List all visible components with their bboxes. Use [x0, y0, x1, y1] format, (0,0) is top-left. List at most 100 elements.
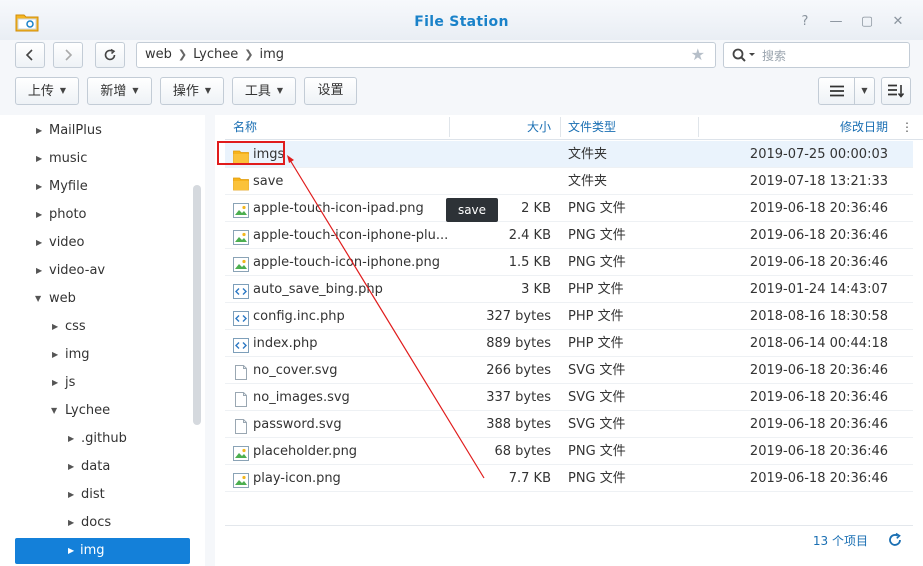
column-divider [560, 117, 561, 137]
table-row[interactable]: apple-touch-icon-iphone.png 1.5 KB PNG 文件 2… [225, 249, 913, 276]
tree-item-video[interactable]: ▶ video [0, 230, 190, 256]
breadcrumb-web[interactable]: web [145, 47, 172, 62]
list-view-icon [829, 85, 844, 97]
expand-arrow-icon[interactable]: ▶ [36, 146, 42, 172]
file-size: 266 bytes [486, 363, 551, 378]
expand-arrow-icon[interactable]: ▶ [68, 426, 74, 452]
table-row[interactable]: imgs 文件夹 2019-07-25 00:00:03 [225, 141, 913, 168]
close-icon[interactable]: ✕ [890, 14, 906, 30]
breadcrumb-separator: ❯ [177, 48, 188, 61]
breadcrumb-separator: ❯ [244, 48, 254, 61]
table-row[interactable]: play-icon.png 7.7 KB PNG 文件 2019-06-18 20:3… [225, 465, 913, 492]
back-button[interactable] [15, 42, 45, 68]
tree-item-github[interactable]: ▶ .github [0, 426, 190, 452]
file-size: 3 KB [521, 282, 551, 297]
blank-file-icon [233, 390, 249, 407]
breadcrumb-img[interactable]: img [259, 47, 284, 62]
collapse-arrow-icon[interactable]: ▼ [35, 286, 41, 312]
tree-item-web[interactable]: ▼ web [0, 286, 190, 312]
expand-arrow-icon[interactable]: ▶ [36, 174, 42, 200]
expand-arrow-icon[interactable]: ▶ [36, 230, 42, 256]
table-row[interactable]: password.svg 388 bytes SVG 文件 2019-06-18 20… [225, 411, 913, 438]
table-row[interactable]: save 文件夹 2019-07-18 13:21:33 [225, 168, 913, 195]
view-mode-dropdown[interactable]: ▼ [854, 77, 875, 105]
table-row[interactable]: config.inc.php 327 bytes PHP 文件 2018-08-16 … [225, 303, 913, 330]
tree-item-lychee[interactable]: ▼ Lychee [0, 398, 190, 424]
table-row[interactable]: apple-touch-icon-iphone-plu... 2.4 KB PNG … [225, 222, 913, 249]
expand-arrow-icon[interactable]: ▶ [68, 454, 74, 480]
column-options-icon[interactable]: ⋮ [901, 115, 913, 140]
tree-item-label: music [49, 151, 88, 166]
help-icon[interactable]: ? [797, 14, 813, 30]
expand-arrow-icon[interactable]: ▶ [68, 482, 74, 508]
file-type: PHP 文件 [568, 309, 624, 324]
minimize-icon[interactable]: — [828, 14, 844, 30]
image-file-icon [233, 471, 249, 488]
action-button[interactable]: 操作 ▼ [160, 77, 224, 105]
navigation-bar: web ❯ Lychee ❯ img ★ 搜索 [0, 40, 923, 72]
tree-item-img[interactable]: ▶ img [0, 342, 190, 368]
expand-arrow-icon[interactable]: ▶ [68, 510, 74, 536]
file-type: PHP 文件 [568, 282, 624, 297]
tree-item-data[interactable]: ▶ data [0, 454, 190, 480]
code-file-icon [233, 309, 249, 326]
create-button[interactable]: 新增 ▼ [87, 77, 152, 105]
path-bar[interactable]: web ❯ Lychee ❯ img ★ [136, 42, 716, 68]
table-row[interactable]: no_cover.svg 266 bytes SVG 文件 2019-06-18 20… [225, 357, 913, 384]
tree-item-myfile[interactable]: ▶ Myfile [0, 174, 190, 200]
image-file-icon [233, 255, 249, 272]
file-modified-date: 2019-06-18 20:36:46 [749, 444, 888, 459]
favorite-star-icon[interactable]: ★ [691, 43, 705, 67]
caret-down-icon: ▼ [276, 86, 284, 95]
list-view-button[interactable] [818, 77, 855, 105]
tree-item-js[interactable]: ▶ js [0, 370, 190, 396]
collapse-arrow-icon[interactable]: ▼ [51, 398, 57, 424]
expand-arrow-icon[interactable]: ▶ [52, 342, 58, 368]
column-date[interactable]: 修改日期 [828, 115, 888, 140]
tree-item-label: web [49, 291, 76, 306]
file-modified-date: 2019-01-24 14:43:07 [749, 282, 888, 297]
search-box[interactable]: 搜索 [723, 42, 910, 68]
expand-arrow-icon[interactable]: ▶ [36, 258, 42, 284]
table-row[interactable]: no_images.svg 337 bytes SVG 文件 2019-06-18 2… [225, 384, 913, 411]
expand-arrow-icon[interactable]: ▶ [36, 118, 42, 144]
refresh-button[interactable] [95, 42, 125, 68]
caret-down-icon: ▼ [132, 86, 139, 95]
forward-button[interactable] [53, 42, 83, 68]
tree-item-music[interactable]: ▶ music [0, 146, 190, 172]
folder-icon [233, 174, 249, 191]
expand-arrow-icon[interactable]: ▶ [52, 314, 58, 340]
table-row[interactable]: apple-touch-icon-ipad.png 2 KB PNG 文件 2019-… [225, 195, 913, 222]
file-type: PNG 文件 [568, 255, 626, 270]
code-file-icon [233, 336, 249, 353]
sidebar-scrollbar[interactable] [193, 185, 201, 425]
file-type: SVG 文件 [568, 417, 626, 432]
tree-item-photo[interactable]: ▶ photo [0, 202, 190, 228]
tree-item-css[interactable]: ▶ css [0, 314, 190, 340]
tree-item-img-selected[interactable]: ▶ img [15, 538, 190, 564]
table-row[interactable]: index.php 889 bytes PHP 文件 2018-06-14 00:44… [225, 330, 913, 357]
blank-file-icon [233, 363, 249, 380]
tree-item-docs[interactable]: ▶ docs [0, 510, 190, 536]
upload-button[interactable]: 上传 ▼ [15, 77, 79, 105]
breadcrumb-lychee[interactable]: Lychee [193, 47, 238, 62]
tools-button[interactable]: 工具 ▼ [232, 77, 296, 105]
file-name: auto_save_bing.php [253, 282, 383, 297]
settings-button[interactable]: 设置 [304, 77, 357, 105]
tree-item-dist[interactable]: ▶ dist [0, 482, 190, 508]
sort-button[interactable] [881, 77, 911, 105]
tree-item-video-av[interactable]: ▶ video-av [0, 258, 190, 284]
column-name[interactable]: 名称 [233, 115, 257, 140]
tree-item-label: js [65, 375, 76, 390]
tree-item-label: img [80, 543, 105, 558]
maximize-icon[interactable]: ▢ [859, 14, 875, 30]
expand-arrow-icon[interactable]: ▶ [52, 370, 58, 396]
refresh-icon[interactable] [887, 532, 903, 548]
table-row[interactable]: placeholder.png 68 bytes PNG 文件 2019-06-18 … [225, 438, 913, 465]
table-row[interactable]: auto_save_bing.php 3 KB PHP 文件 2019-01-24 1… [225, 276, 913, 303]
expand-arrow-icon[interactable]: ▶ [68, 538, 74, 564]
expand-arrow-icon[interactable]: ▶ [36, 202, 42, 228]
column-type[interactable]: 文件类型 [568, 115, 616, 140]
tree-item-mailplus[interactable]: ▶ MailPlus [0, 118, 190, 144]
column-size[interactable]: 大小 [525, 115, 551, 140]
